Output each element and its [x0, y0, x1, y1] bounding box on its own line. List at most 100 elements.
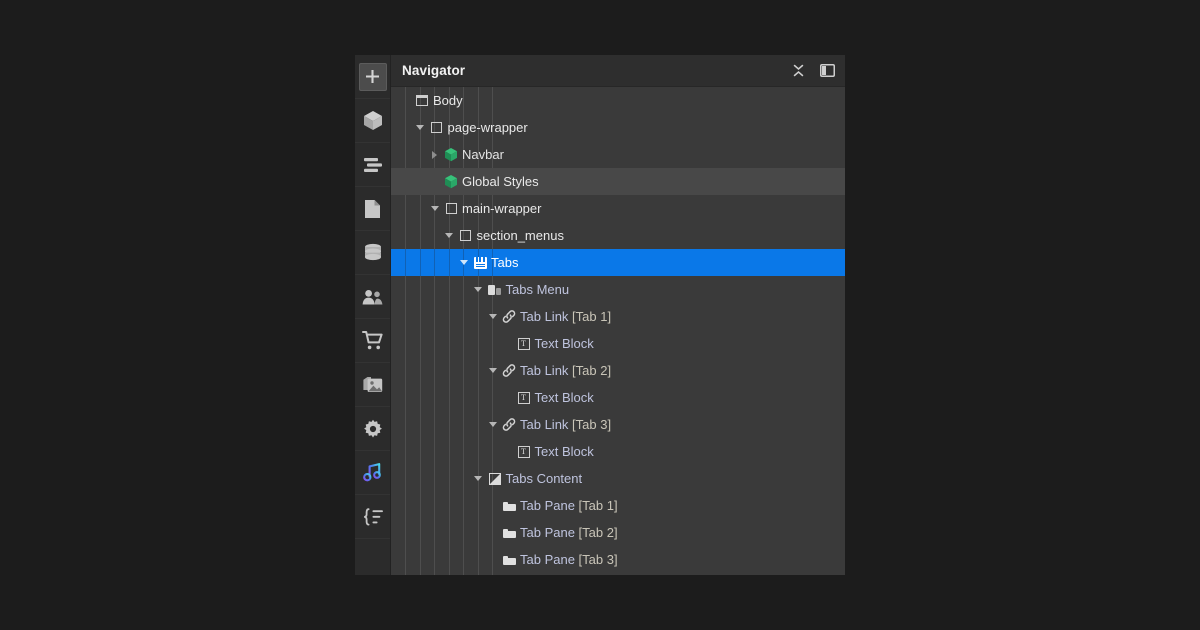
database-icon [360, 240, 386, 266]
indent-guide [405, 249, 406, 276]
pages-button[interactable] [355, 187, 390, 231]
tree-row-label: section_menus [476, 228, 564, 243]
element-tree[interactable]: Body page-wrapper Navbar Global Styles main-… [391, 87, 845, 575]
settings-button[interactable] [355, 407, 390, 451]
tree-row[interactable]: page-wrapper [391, 114, 845, 141]
plus-icon [358, 62, 387, 91]
chevron-down-icon[interactable] [486, 411, 499, 438]
chevron-down-icon[interactable] [472, 276, 485, 303]
link-icon [499, 303, 519, 330]
tree-row-label: Tab Link [Tab 3] [519, 417, 611, 432]
chevron-down-icon[interactable] [457, 249, 470, 276]
tree-row-name: Tabs Menu [505, 282, 570, 297]
div-block-icon [456, 222, 476, 249]
cms-button[interactable] [355, 231, 390, 275]
tree-row-label: Text Block [534, 336, 594, 351]
screen: Navigator Body page-wrapper Navbar Globa… [0, 0, 1200, 630]
link-icon [499, 411, 519, 438]
indent-guide [434, 249, 435, 276]
tree-row-suffix: [Tab 2] [572, 363, 612, 378]
tree-row-name: Tab Link [520, 309, 573, 324]
expand-spacer [486, 519, 499, 546]
add-elements-button[interactable] [355, 55, 390, 99]
cart-icon [360, 328, 386, 354]
tree-row[interactable]: main-wrapper [391, 195, 845, 222]
chevron-down-icon[interactable] [443, 222, 456, 249]
tree-row-name: section_menus [476, 228, 564, 243]
collapse-all-icon[interactable] [790, 63, 806, 79]
tree-row[interactable]: section_menus [391, 222, 845, 249]
tree-row-label: Text Block [534, 390, 594, 405]
div-block-icon [441, 195, 461, 222]
components-button[interactable] [355, 99, 390, 143]
chevron-down-icon[interactable] [486, 303, 499, 330]
navigator-main: Navigator Body page-wrapper Navbar Globa… [391, 55, 845, 575]
navigator-button[interactable] [355, 143, 390, 187]
chevron-down-icon[interactable] [414, 114, 427, 141]
gear-icon [360, 416, 386, 442]
page-icon [360, 196, 386, 222]
ecommerce-button[interactable] [355, 319, 390, 363]
chevron-down-icon[interactable] [428, 195, 441, 222]
text-block-icon: T [514, 438, 534, 465]
tree-row[interactable]: Tab Link [Tab 1] [391, 303, 845, 330]
expand-spacer [501, 330, 514, 357]
indent-guide [448, 249, 450, 276]
tree-rows: Body page-wrapper Navbar Global Styles main-… [391, 87, 845, 573]
tree-row[interactable]: Tabs Menu [391, 276, 845, 303]
link-icon [499, 357, 519, 384]
tree-row[interactable]: Tabs Content [391, 465, 845, 492]
tree-row[interactable]: Navbar [391, 141, 845, 168]
expand-spacer [501, 438, 514, 465]
tree-row-name: Tabs [491, 255, 519, 270]
tree-row-name: Tab Link [520, 417, 573, 432]
interactions-button[interactable] [355, 451, 390, 495]
tree-row[interactable]: Global Styles [391, 168, 845, 195]
panel-toggle-icon[interactable] [819, 63, 835, 79]
tree-row-label: Tab Pane [Tab 2] [519, 525, 618, 540]
tree-row[interactable]: Body [391, 87, 845, 114]
tree-row-label: Tab Link [Tab 1] [519, 309, 611, 324]
chevron-down-icon[interactable] [486, 357, 499, 384]
tree-row[interactable]: T Text Block [391, 330, 845, 357]
tree-row-label: Global Styles [461, 174, 539, 189]
tree-row[interactable]: Tab Link [Tab 2] [391, 357, 845, 384]
tree-row[interactable]: Tab Pane [Tab 1] [391, 492, 845, 519]
custom-code-button[interactable] [355, 495, 390, 539]
tree-row[interactable]: Tabs [391, 249, 845, 276]
tree-row-label: Tab Pane [Tab 3] [519, 552, 618, 567]
tree-row-label: Text Block [534, 444, 594, 459]
tree-row[interactable]: Tab Pane [Tab 3] [391, 546, 845, 573]
tree-row[interactable]: T Text Block [391, 438, 845, 465]
tree-row-name: Text Block [534, 336, 594, 351]
assets-button[interactable] [355, 363, 390, 407]
image-stack-icon [360, 372, 386, 398]
cube-icon [360, 108, 386, 134]
tree-row-name: Tab Pane [520, 498, 579, 513]
symbol-icon [441, 141, 461, 168]
users-button[interactable] [355, 275, 390, 319]
tab-pane-icon [499, 492, 519, 519]
tree-row[interactable]: T Text Block [391, 384, 845, 411]
tree-row-name: Tab Pane [520, 525, 579, 540]
tree-row-suffix: [Tab 1] [578, 498, 618, 513]
tree-row-suffix: [Tab 1] [572, 309, 612, 324]
expand-spacer [486, 492, 499, 519]
tree-row[interactable]: Tab Link [Tab 3] [391, 411, 845, 438]
tree-row-label: Navbar [461, 147, 504, 162]
tree-row-name: Body [433, 93, 463, 108]
tree-row-label: page-wrapper [447, 120, 528, 135]
left-icon-rail [355, 55, 391, 575]
tree-row-name: main-wrapper [462, 201, 542, 216]
tree-row[interactable]: Tab Pane [Tab 2] [391, 519, 845, 546]
chevron-right-icon[interactable] [428, 141, 441, 168]
titlebar-actions [790, 63, 835, 79]
chevron-down-icon[interactable] [472, 465, 485, 492]
